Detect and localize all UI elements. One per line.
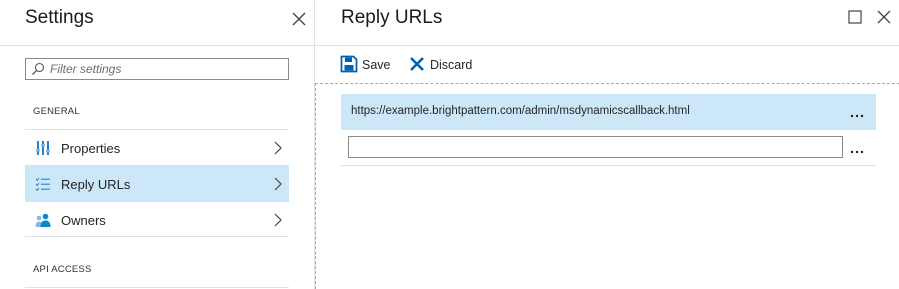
list-icon (35, 177, 50, 192)
save-icon (340, 55, 358, 73)
filter-settings-input[interactable] (50, 60, 286, 78)
settings-menu: Properties Reply URLs Owners (25, 129, 289, 237)
settings-title: Settings (25, 7, 94, 28)
menu-item-properties[interactable]: Properties (25, 129, 289, 165)
menu-item-reply-urls[interactable]: Reply URLs (25, 165, 289, 201)
reply-urls-header: Reply URLs (315, 0, 899, 46)
maximize-icon[interactable] (848, 10, 862, 24)
api-access-section-label: API ACCESS (33, 264, 92, 275)
reply-url-value: https://example.brightpattern.com/admin/… (351, 105, 690, 117)
filter-settings-field[interactable] (25, 58, 289, 80)
reply-url-row[interactable]: https://example.brightpattern.com/admin/… (341, 94, 876, 130)
chevron-right-icon (274, 177, 282, 191)
more-options-icon[interactable] (849, 142, 865, 156)
save-label: Save (362, 58, 391, 72)
command-bar: Save Discard (315, 52, 899, 80)
menu-item-owners[interactable]: Owners (25, 201, 289, 237)
properties-icon (36, 141, 50, 155)
settings-pane: Settings GENERAL Properties (0, 0, 314, 289)
reply-urls-title: Reply URLs (341, 7, 443, 28)
menu-item-label: Owners (61, 213, 106, 228)
discard-label: Discard (430, 58, 473, 72)
save-button[interactable]: Save (340, 52, 404, 78)
new-reply-url-row (341, 130, 876, 166)
menu-item-label: Properties (61, 141, 121, 156)
general-section-label: GENERAL (33, 106, 80, 117)
reply-urls-content: https://example.brightpattern.com/admin/… (315, 83, 899, 289)
chevron-right-icon (274, 141, 282, 155)
close-icon[interactable] (876, 9, 892, 25)
new-reply-url-input[interactable] (348, 136, 843, 158)
more-options-icon[interactable] (849, 106, 865, 120)
settings-header: Settings (0, 0, 314, 46)
search-icon (32, 62, 45, 75)
close-icon[interactable] (290, 10, 308, 28)
menu-item-label: Reply URLs (61, 177, 131, 192)
discard-button[interactable]: Discard (408, 52, 488, 78)
divider (25, 287, 289, 288)
chevron-right-icon (274, 213, 282, 227)
reply-urls-pane: Reply URLs Save Discard https://example.… (314, 0, 899, 289)
discard-icon (410, 57, 424, 71)
owners-icon (35, 213, 51, 227)
